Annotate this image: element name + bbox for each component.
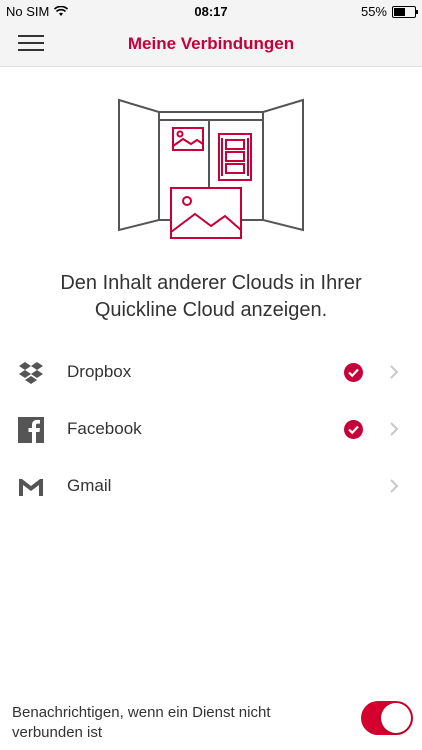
list-item-dropbox[interactable]: Dropbox bbox=[0, 344, 422, 400]
service-label: Dropbox bbox=[67, 362, 132, 381]
status-bar: No SIM 08:17 55% bbox=[0, 0, 422, 22]
battery-percent: 55% bbox=[360, 4, 387, 19]
service-label: Facebook bbox=[67, 419, 142, 438]
facebook-icon bbox=[18, 417, 44, 443]
list-item-gmail[interactable]: Gmail bbox=[0, 458, 422, 514]
nav-bar: Meine Verbindungen bbox=[0, 22, 422, 67]
page-title: Meine Verbindungen bbox=[127, 34, 295, 53]
service-label: Gmail bbox=[67, 476, 112, 495]
headline-text: Den Inhalt anderer Clouds in Ihrer Quick… bbox=[60, 272, 362, 321]
battery-icon bbox=[392, 5, 418, 18]
connected-check-icon bbox=[344, 420, 363, 439]
dropbox-icon bbox=[19, 362, 43, 384]
notification-label: Benachrichtigen, wenn ein Dienst nicht v… bbox=[12, 704, 271, 741]
status-time: 08:17 bbox=[194, 4, 228, 19]
list-item-facebook[interactable]: Facebook bbox=[0, 401, 422, 457]
toggle-knob bbox=[381, 703, 411, 733]
gmail-icon bbox=[19, 479, 43, 496]
connected-check-icon bbox=[344, 363, 363, 382]
chevron-right-icon bbox=[390, 365, 399, 379]
cloud-cabinet-illustration bbox=[118, 98, 304, 239]
notification-toggle[interactable] bbox=[361, 701, 413, 735]
chevron-right-icon bbox=[390, 479, 399, 493]
chevron-right-icon bbox=[390, 422, 399, 436]
